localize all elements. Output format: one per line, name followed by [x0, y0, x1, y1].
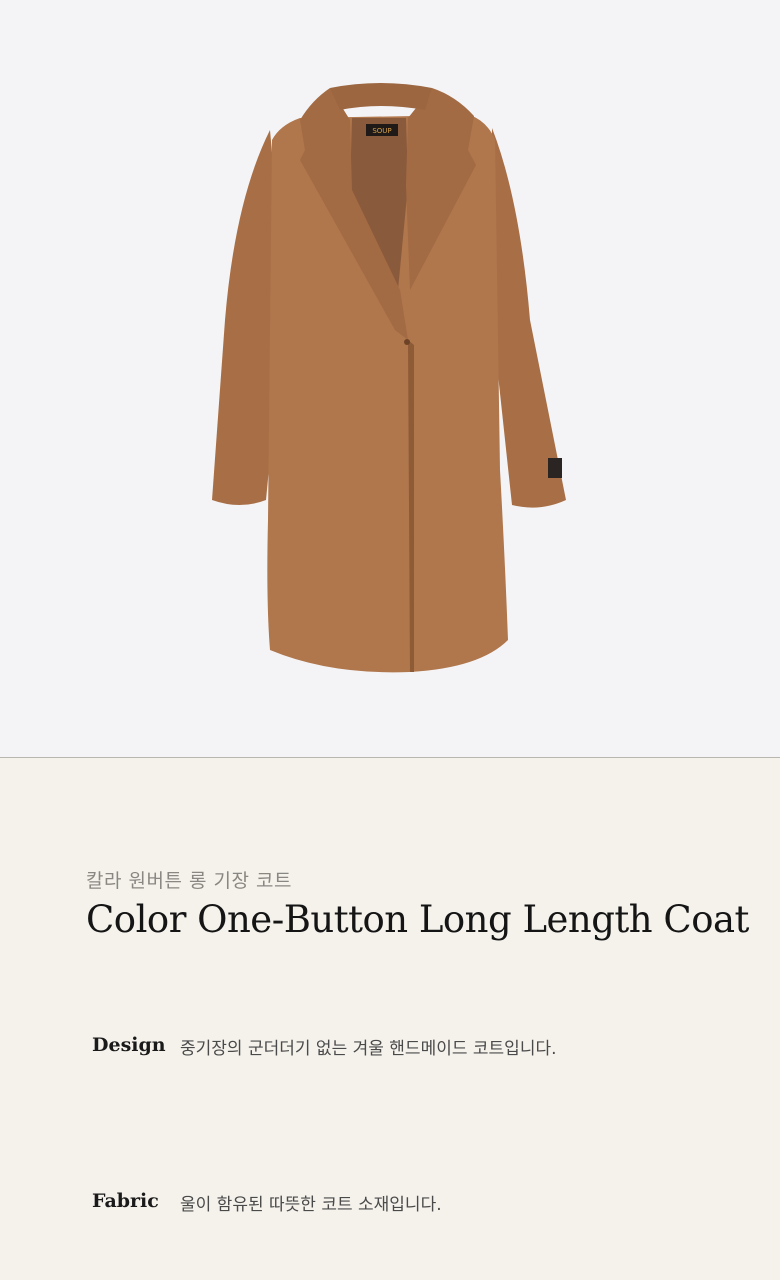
sleeve-label	[548, 458, 562, 478]
collar	[330, 83, 432, 110]
product-title: Color One-Button Long Length Coat	[86, 898, 749, 941]
spec-value-fabric: 울이 함유된 따뜻한 코트 소재입니다.	[180, 1195, 442, 1215]
product-info: 칼라 원버튼 롱 기장 코트 Color One-Button Long Len…	[0, 758, 780, 1280]
product-subtitle: 칼라 원버튼 롱 기장 코트	[86, 870, 292, 892]
coat-image[interactable]: SOUP	[0, 0, 780, 757]
button	[404, 339, 410, 345]
spec-label-design: Design	[92, 1034, 166, 1056]
right-sleeve	[490, 128, 566, 508]
product-image-area: SOUP	[0, 0, 780, 758]
brand-tag-text: SOUP	[372, 127, 391, 135]
spec-value-design: 중기장의 군더더기 없는 겨울 핸드메이드 코트입니다.	[180, 1039, 557, 1059]
spec-label-fabric: Fabric	[92, 1190, 159, 1212]
